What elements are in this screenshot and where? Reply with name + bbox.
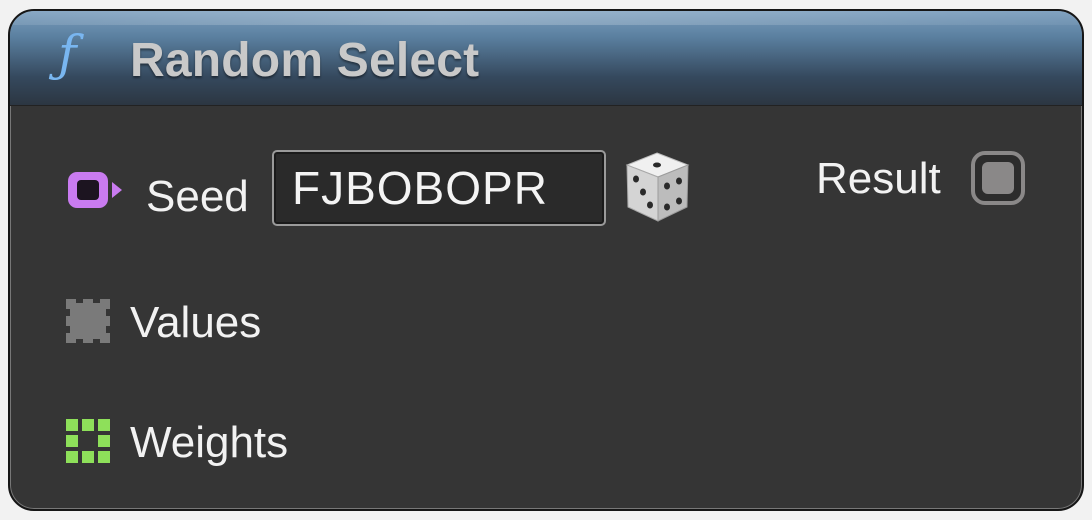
dice-icon[interactable] (622, 149, 692, 225)
node-header[interactable]: ƒ Random Select (10, 11, 1082, 106)
node-title: Random Select (130, 34, 480, 87)
seed-label: Seed (146, 172, 249, 221)
result-pin-icon[interactable] (970, 150, 1026, 206)
weights-label: Weights (130, 418, 289, 467)
seed-input[interactable]: FJBOBOPR (272, 150, 606, 226)
weights-pin-icon[interactable] (66, 419, 110, 463)
header-sheen (10, 11, 1082, 25)
result-label: Result (816, 154, 941, 203)
seed-pin-icon[interactable] (66, 170, 126, 210)
values-label: Values (130, 298, 262, 347)
function-icon: ƒ (58, 25, 77, 83)
random-select-node[interactable]: ƒ Random Select Seed FJBOBOPR Result Val… (8, 9, 1084, 511)
values-pin-icon[interactable] (66, 299, 110, 343)
